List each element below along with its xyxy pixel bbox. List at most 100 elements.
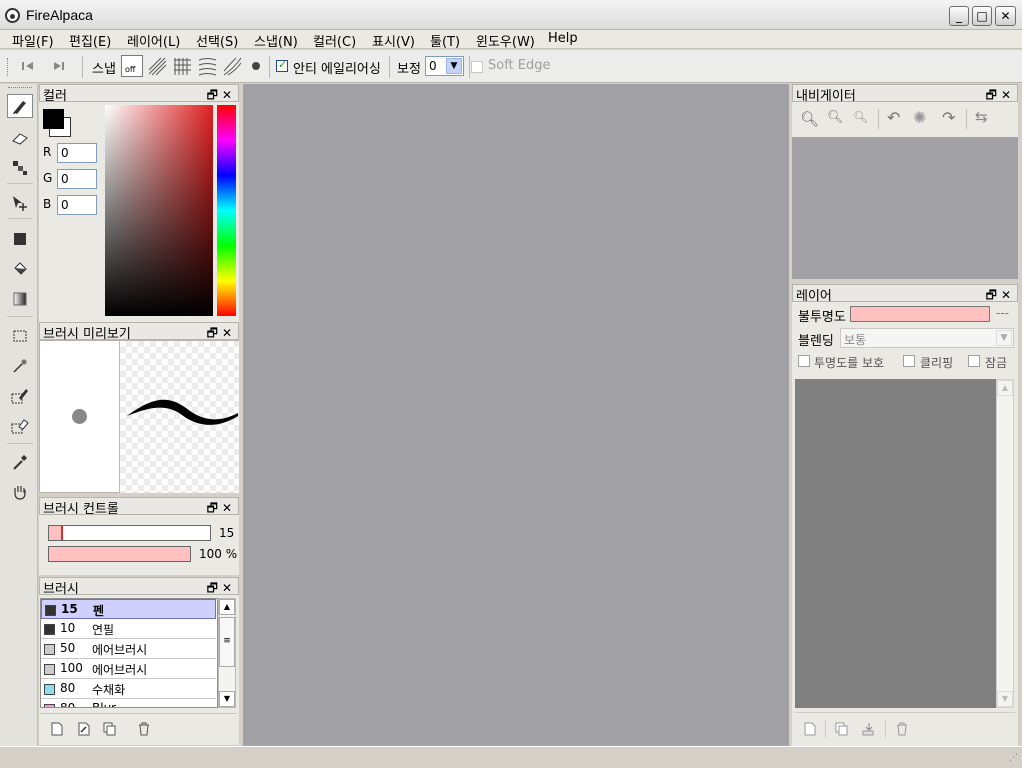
restore-icon[interactable]: 🗗 [986,88,1001,102]
scroll-up-icon[interactable]: ▲ [997,380,1013,396]
menu-file[interactable]: 파일(F) [12,31,54,50]
brush-list-item[interactable]: 15 펜 [41,599,216,619]
brush-list-item[interactable]: 10 연필 [41,619,216,639]
snap-radial-icon[interactable] [196,55,218,77]
eraser-tool-icon[interactable] [7,126,33,150]
bucket-tool-icon[interactable] [7,257,33,281]
rotate-reset-icon[interactable]: ✺ [913,108,926,127]
clipping-checkbox[interactable] [903,355,915,367]
duplicate-layer-icon[interactable] [835,722,849,736]
magic-wand-tool-icon[interactable] [7,354,33,378]
resize-grip[interactable]: ⋰ [1009,753,1018,763]
restore-icon[interactable]: 🗗 [207,326,222,340]
menu-help[interactable]: Help [548,31,578,46]
scroll-down-icon[interactable]: ▼ [997,691,1013,707]
brush-size-slider[interactable] [48,525,211,541]
brush-list-item[interactable]: 80 Blur [41,699,216,708]
menu-window[interactable]: 윈도우(W) [476,31,535,50]
brush-list-scrollbar[interactable]: ▲ ≡ ▼ [218,598,236,708]
scroll-down-icon[interactable]: ▼ [219,691,235,707]
blend-select[interactable]: 보통 ▼ [840,328,1014,348]
select-pen-tool-icon[interactable] [7,384,33,408]
toolbar-grip[interactable] [7,58,9,76]
eyedropper-tool-icon[interactable] [7,450,33,474]
menu-view[interactable]: 표시(V) [372,31,415,50]
lock-checkbox[interactable] [968,355,980,367]
layer-list[interactable] [795,379,996,708]
flip-icon[interactable]: ⇆ [975,108,988,126]
trash-icon[interactable] [895,722,909,736]
b-label: B [43,197,52,211]
menu-select[interactable]: 선택(S) [196,31,238,50]
close-icon[interactable]: ✕ [222,88,236,102]
saturation-value-picker[interactable] [105,105,213,316]
select-rect-tool-icon[interactable] [7,324,33,348]
menu-tool[interactable]: 툴(T) [430,31,460,50]
rotate-right-icon[interactable]: ↷ [942,108,955,127]
scroll-thumb[interactable]: ≡ [219,617,235,667]
zoom-reset-icon[interactable]: 🔍︎ [853,110,868,124]
close-icon[interactable]: ✕ [222,501,236,515]
move-tool-icon[interactable] [7,191,33,215]
chevron-down-icon[interactable]: ▼ [996,330,1012,346]
menu-color[interactable]: 컬러(C) [313,31,356,50]
next-icon[interactable] [51,59,67,73]
close-icon[interactable]: ✕ [1001,288,1015,302]
snap-curve-icon[interactable] [221,55,243,77]
new-layer-icon[interactable] [803,722,817,736]
antialias-checkbox[interactable]: ✓ [276,58,288,72]
g-input[interactable]: 0 [57,169,97,189]
brush-list-item[interactable]: 50 에어브러시 [41,639,216,659]
snap-point-icon[interactable] [251,61,262,72]
menu-edit[interactable]: 편집(E) [69,31,111,50]
prev-icon[interactable] [20,59,36,73]
pen-tool-icon[interactable] [7,94,33,118]
hue-slider[interactable] [217,105,236,316]
merge-down-icon[interactable] [861,721,877,737]
dot-tool-icon[interactable] [7,156,33,180]
restore-icon[interactable]: 🗗 [207,501,222,515]
canvas-area[interactable] [243,84,789,746]
snap-grid-icon[interactable] [171,55,193,77]
gradient-tool-icon[interactable] [7,287,33,311]
hand-tool-icon[interactable] [7,480,33,504]
layer-list-scrollbar[interactable]: ▲ ▼ [996,379,1014,708]
close-icon[interactable]: ✕ [1001,88,1015,102]
maximize-button[interactable]: □ [972,6,992,26]
edit-brush-icon[interactable] [77,722,91,736]
snap-parallel-icon[interactable] [146,55,168,77]
layer-opacity-slider[interactable] [850,306,990,322]
menu-layer[interactable]: 레이어(L) [127,31,180,50]
snap-off-button[interactable]: off [121,55,143,77]
scroll-up-icon[interactable]: ▲ [219,599,235,615]
primary-color-swatch[interactable] [43,109,64,129]
rotate-left-icon[interactable]: ↶ [887,108,900,127]
trash-icon[interactable] [137,722,151,736]
brush-name-label: Blur [92,701,117,708]
select-eraser-tool-icon[interactable] [7,414,33,438]
restore-icon[interactable]: 🗗 [207,88,222,102]
restore-icon[interactable]: 🗗 [207,581,222,595]
fill-rect-tool-icon[interactable] [7,227,33,251]
zoom-out-icon[interactable]: 🔍︎ [827,110,844,125]
protect-alpha-checkbox[interactable] [798,355,810,367]
close-icon[interactable]: ✕ [222,581,236,595]
navigator-view[interactable] [792,137,1018,279]
menu-snap[interactable]: 스냅(N) [254,31,298,50]
tool-grip[interactable] [8,87,32,88]
r-input[interactable]: 0 [57,143,97,163]
chevron-down-icon[interactable]: ▼ [446,58,462,74]
zoom-in-icon[interactable]: 🔍︎ [800,110,819,128]
brush-list-item[interactable]: 80 수채화 [41,679,216,699]
duplicate-brush-icon[interactable] [103,722,117,736]
correction-select[interactable]: 0 ▼ [425,56,464,76]
soft-edge-checkbox[interactable] [471,59,483,73]
minimize-button[interactable]: _ [949,6,969,26]
b-input[interactable]: 0 [57,195,97,215]
restore-icon[interactable]: 🗗 [986,288,1001,302]
close-button[interactable]: ✕ [995,6,1016,26]
brush-opacity-slider[interactable] [48,546,191,562]
brush-list-item[interactable]: 100 에어브러시 [41,659,216,679]
new-brush-icon[interactable] [50,722,64,736]
close-icon[interactable]: ✕ [222,326,236,340]
